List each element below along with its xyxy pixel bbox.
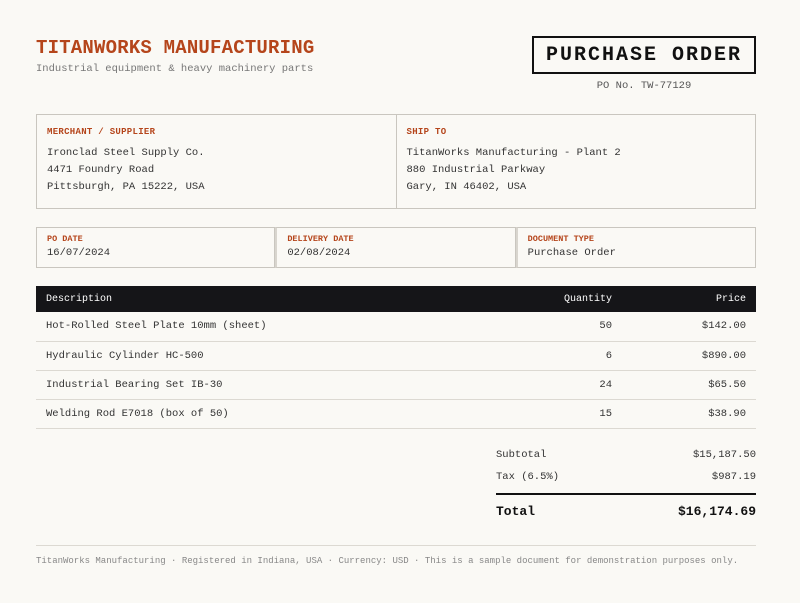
ship-to-line: TitanWorks Manufacturing - Plant 2 [406,147,621,159]
meta-label: DOCUMENT TYPE [527,234,594,244]
meta-delivery-date: DELIVERY DATE 02/08/2024 [275,227,516,268]
meta-document-type: DOCUMENT TYPE Purchase Order [515,227,756,268]
document-title-box: PURCHASE ORDER [532,36,756,74]
ship-to-block: SHIP TO TitanWorks Manufacturing - Plant… [396,114,756,209]
merchant-block: MERCHANT / SUPPLIER Ironclad Steel Suppl… [36,114,397,209]
totals-section: Subtotal $15,187.50 Tax (6.5%) $987.19 T… [496,444,756,527]
item-description: Hot-Rolled Steel Plate 10mm (sheet) [36,312,482,342]
document-title: PURCHASE ORDER [545,43,743,67]
meta-value: 02/08/2024 [287,247,351,259]
item-description: Industrial Bearing Set IB-30 [36,370,482,400]
item-quantity: 15 [482,399,622,429]
tax-label: Tax (6.5%) [496,471,560,483]
meta-po-date: PO DATE 16/07/2024 [36,227,276,268]
meta-value: Purchase Order [527,247,616,259]
item-quantity: 24 [482,370,622,400]
meta-section: PO DATE 16/07/2024 DELIVERY DATE 02/08/2… [36,227,756,268]
meta-label: PO DATE [47,234,83,244]
item-price: $142.00 [622,312,756,342]
item-description: Hydraulic Cylinder HC-500 [36,341,482,371]
total-label: Total [496,503,536,519]
table-header-row: Description Quantity Price [36,286,756,312]
total-row: Total $16,174.69 [496,493,756,527]
meta-value: 16/07/2024 [47,247,111,259]
item-price: $38.90 [622,399,756,429]
merchant-label: MERCHANT / SUPPLIER [47,127,156,137]
meta-label: DELIVERY DATE [287,234,354,244]
po-number: PO No. TW-77129 [596,80,692,92]
item-quantity: 6 [482,341,622,371]
merchant-line: Ironclad Steel Supply Co. [47,147,205,159]
company-tagline: Industrial equipment & heavy machinery p… [36,63,314,75]
header-description: Description [36,286,482,312]
tax-value: $987.19 [711,471,756,483]
header-quantity: Quantity [482,286,622,312]
subtotal-label: Subtotal [496,449,547,461]
company-name: TITANWORKS MANUFACTURING [36,37,315,59]
table-row: Hydraulic Cylinder HC-500 6 $890.00 [36,341,756,371]
total-value: $16,174.69 [677,503,756,519]
tax-row: Tax (6.5%) $987.19 [496,466,756,488]
merchant-line: 4471 Foundry Road [47,164,155,176]
parties-section: MERCHANT / SUPPLIER Ironclad Steel Suppl… [36,114,756,209]
table-row: Industrial Bearing Set IB-30 24 $65.50 [36,370,756,400]
ship-to-label: SHIP TO [406,127,447,137]
subtotal-row: Subtotal $15,187.50 [496,444,756,466]
merchant-line: Pittsburgh, PA 15222, USA [47,181,205,193]
subtotal-value: $15,187.50 [692,449,756,461]
line-items-table: Description Quantity Price Hot-Rolled St… [36,286,756,429]
footer-note: TitanWorks Manufacturing · Registered in… [36,545,756,566]
purchase-order-page: TITANWORKS MANUFACTURING Industrial equi… [36,0,756,603]
item-quantity: 50 [482,312,622,342]
ship-to-line: Gary, IN 46402, USA [406,181,527,193]
item-price: $890.00 [622,341,756,371]
item-description: Welding Rod E7018 (box of 50) [36,399,482,429]
header-price: Price [622,286,756,312]
ship-to-line: 880 Industrial Parkway [406,164,546,176]
item-price: $65.50 [622,370,756,400]
table-row: Welding Rod E7018 (box of 50) 15 $38.90 [36,399,756,429]
table-row: Hot-Rolled Steel Plate 10mm (sheet) 50 $… [36,312,756,342]
